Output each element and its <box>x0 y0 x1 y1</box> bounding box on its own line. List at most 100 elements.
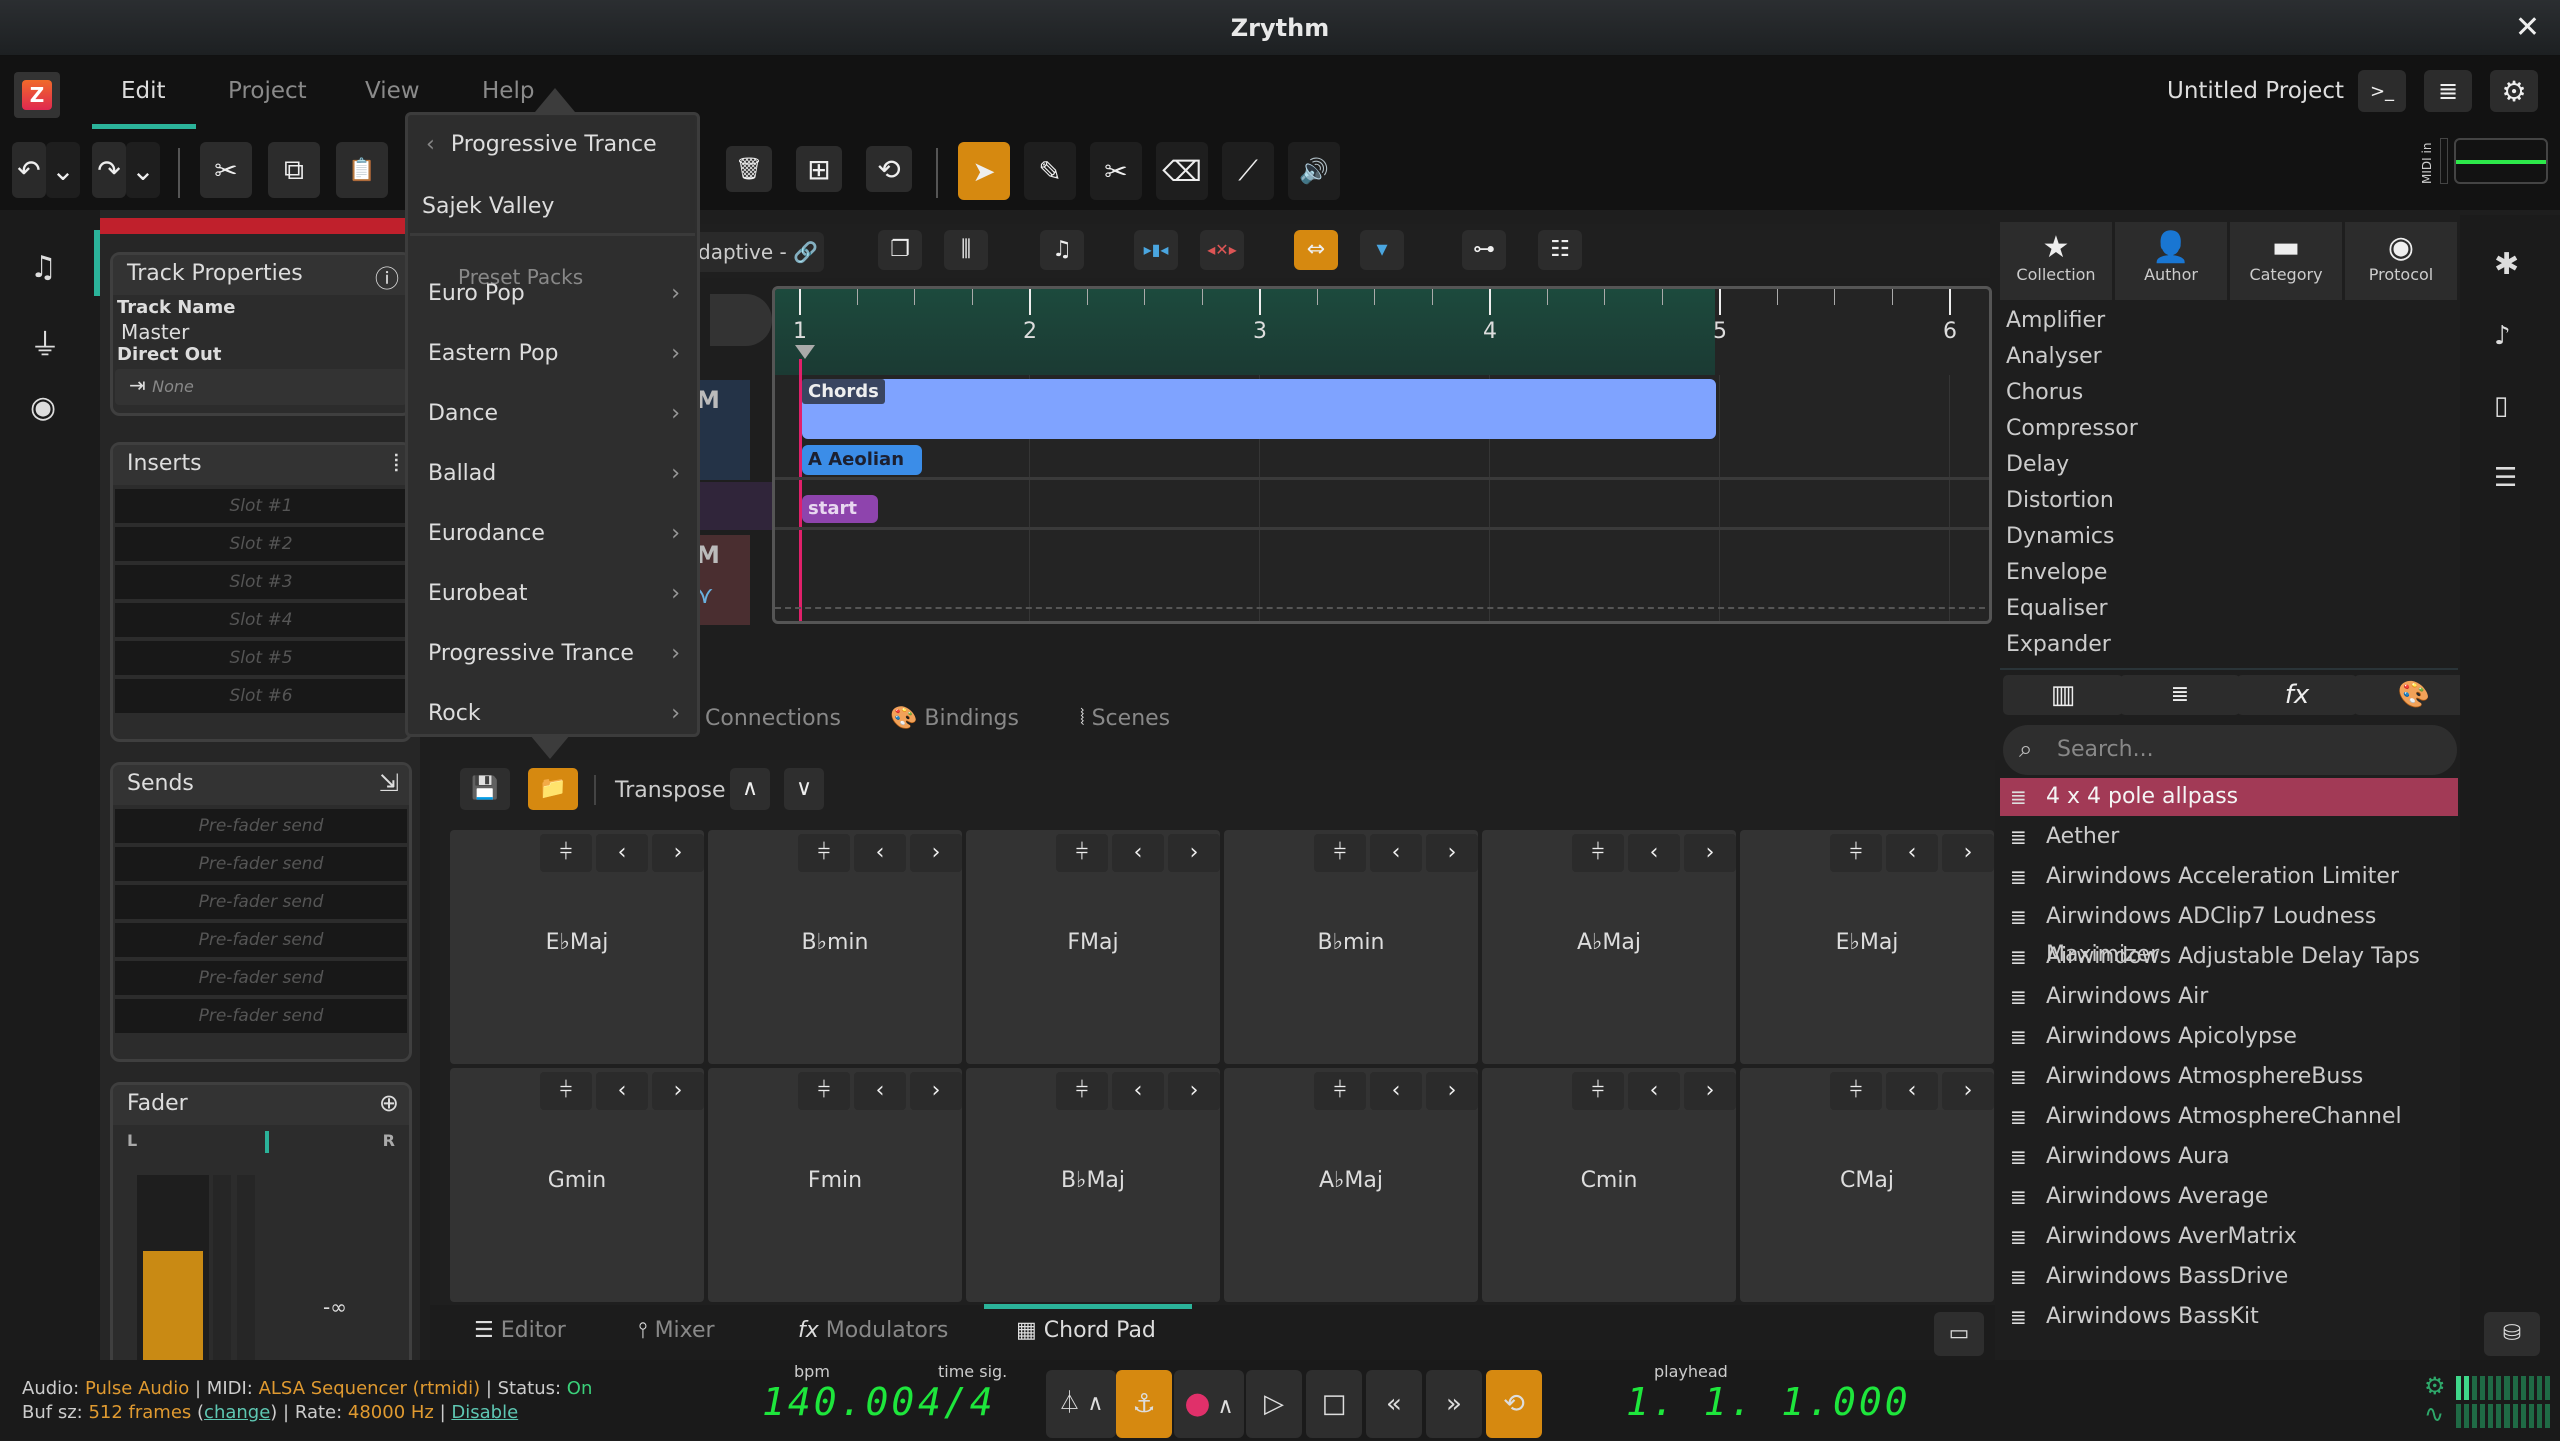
plugin-item[interactable]: ≣ 4 x 4 pole allpass <box>2000 778 2458 816</box>
snap-grid-button[interactable]: ⫼ <box>944 230 988 270</box>
chord-settings-button[interactable]: ⫩ <box>798 834 850 872</box>
pencil-tool-button[interactable]: ✎ <box>1024 142 1076 200</box>
chord-next-button[interactable]: › <box>1684 834 1736 872</box>
transpose-up-button[interactable]: ∧ <box>730 768 770 810</box>
file-browser-button[interactable]: ⛁ <box>2484 1312 2540 1356</box>
info-icon[interactable]: ⓘ <box>375 259 399 294</box>
menu-project[interactable]: Project <box>228 78 307 104</box>
category-item[interactable]: Expander <box>2006 632 2111 657</box>
category-item[interactable]: Chorus <box>2006 380 2083 405</box>
cut-tool-button[interactable]: ✂ <box>1090 142 1142 200</box>
chord-next-button[interactable]: › <box>1426 1072 1478 1110</box>
chord-prev-button[interactable]: ‹ <box>1886 834 1938 872</box>
chord-prev-button[interactable]: ‹ <box>854 834 906 872</box>
redo-history-dropdown[interactable]: ⌄ <box>126 142 160 198</box>
plug-icon[interactable]: ⏚ <box>30 320 60 364</box>
time-signature-display[interactable]: 4/4 <box>918 1380 996 1424</box>
popover-item[interactable]: Rock › <box>428 701 688 726</box>
chord-prev-button[interactable]: ‹ <box>596 1072 648 1110</box>
chord-pad[interactable]: ⫩ ‹ › B♭Maj <box>966 1068 1220 1302</box>
chord-next-button[interactable]: › <box>1942 834 1994 872</box>
chord-next-button[interactable]: › <box>1942 1072 1994 1110</box>
chord-settings-button[interactable]: ⫩ <box>1572 834 1624 872</box>
chord-pad[interactable]: ⫩ ‹ › E♭Maj <box>450 830 704 1064</box>
plugin-item[interactable]: ≣ Airwindows AtmosphereBuss <box>2000 1058 2458 1096</box>
playhead-follow-button[interactable]: ▾ <box>1360 230 1404 270</box>
tab-protocol[interactable]: ◉ Protocol <box>2345 222 2457 300</box>
plugin-item[interactable]: ≣ Airwindows BassKit <box>2000 1298 2458 1336</box>
playhead-marker[interactable] <box>795 345 815 359</box>
tab-editor[interactable]: ☰ Editor <box>474 1318 566 1343</box>
chord-pad[interactable]: ⫩ ‹ › FMaj <box>966 830 1220 1064</box>
chord-next-button[interactable]: › <box>1168 1072 1220 1110</box>
chord-pad[interactable]: ⫩ ‹ › Gmin <box>450 1068 704 1302</box>
audition-tool-button[interactable]: 🔊 <box>1288 142 1340 200</box>
send-slot[interactable]: Pre-fader send <box>115 923 407 957</box>
chords-region[interactable]: Chords <box>802 379 1716 439</box>
copy-button[interactable]: ⧉ <box>268 142 320 198</box>
chord-prev-button[interactable]: ‹ <box>854 1072 906 1110</box>
track-search-pill[interactable] <box>710 294 772 346</box>
plugin-item[interactable]: ≣ Airwindows Apicolypse <box>2000 1018 2458 1056</box>
chord-settings-button[interactable]: ⫩ <box>1314 834 1366 872</box>
balance-control[interactable]: L R <box>113 1125 409 1159</box>
send-slot[interactable]: Pre-fader send <box>115 961 407 995</box>
snap-to-events-button[interactable]: ❐ <box>878 230 922 270</box>
track-name-value[interactable]: Master <box>113 320 409 344</box>
chord-next-button[interactable]: › <box>652 1072 704 1110</box>
preset-item-selected[interactable]: Sajek Valley <box>422 194 682 219</box>
redo-button[interactable]: ↷ <box>92 142 126 198</box>
chord-settings-button[interactable]: ⫩ <box>1572 1072 1624 1110</box>
plugin-item[interactable]: ≣ Airwindows ADClip7 Loudness Maximizer <box>2000 898 2458 967</box>
loop-button[interactable]: ⟲ <box>1486 1370 1542 1438</box>
menu-help[interactable]: Help <box>482 78 534 104</box>
plugin-item[interactable]: ≣ Airwindows Aura <box>2000 1138 2458 1176</box>
tab-mixer[interactable]: ⫯ Mixer <box>638 1318 715 1343</box>
popover-item[interactable]: Eurobeat › <box>428 581 688 606</box>
plugin-item[interactable]: ≣ Airwindows BassDrive <box>2000 1258 2458 1296</box>
scale-object[interactable]: A Aeolian <box>802 445 922 475</box>
insert-slot[interactable]: Slot #6 <box>115 679 407 713</box>
save-preset-button[interactable]: 💾 <box>460 768 510 810</box>
plugin-item[interactable]: ≣ Airwindows AtmosphereChannel <box>2000 1098 2458 1136</box>
rewind-button[interactable]: « <box>1366 1370 1422 1438</box>
fast-forward-button[interactable]: » <box>1426 1370 1482 1438</box>
category-item[interactable]: Compressor <box>2006 416 2138 441</box>
marker-track-header[interactable] <box>690 482 772 530</box>
direct-out-selector[interactable]: ⇥ None <box>115 369 407 405</box>
popover-item[interactable]: Eastern Pop › <box>428 341 688 366</box>
chord-pad[interactable]: ⫩ ‹ › Fmin <box>708 1068 962 1302</box>
terminal-button[interactable]: >_ <box>2358 70 2406 112</box>
popover-item[interactable]: Dance › <box>428 401 688 426</box>
chord-prev-button[interactable]: ‹ <box>1112 834 1164 872</box>
arranger[interactable]: 1 2 3 4 5 6 Chords A Aeolian start <box>772 286 1992 624</box>
insert-slot[interactable]: Slot #2 <box>115 527 407 561</box>
music-note-button[interactable]: ♫ <box>1040 230 1084 270</box>
toggle-panel-button[interactable]: ▭ <box>1934 1312 1984 1356</box>
eye-icon[interactable]: ◉ <box>30 390 56 425</box>
plugin-item[interactable]: ≣ Airwindows Air <box>2000 978 2458 1016</box>
tab-modulators[interactable]: fx Modulators <box>798 1318 948 1343</box>
tab-scenes[interactable]: ⦚ Scenes <box>1080 706 1170 731</box>
change-buffer-link[interactable]: change <box>204 1402 270 1423</box>
cut-button[interactable]: ✂ <box>200 142 252 198</box>
record-button[interactable]: ● ∧ <box>1174 1370 1244 1438</box>
settings-button[interactable]: ⚙ <box>2490 70 2538 112</box>
popover-back-button[interactable]: ‹ Progressive Trance <box>426 132 686 157</box>
chord-settings-button[interactable]: ⫩ <box>1056 834 1108 872</box>
chord-settings-button[interactable]: ⫩ <box>540 834 592 872</box>
speaker-icon[interactable]: ▯ <box>2494 391 2508 421</box>
chord-pad[interactable]: ⫩ ‹ › A♭Maj <box>1224 1068 1478 1302</box>
chord-settings-button[interactable]: ⫩ <box>540 1072 592 1110</box>
track-inspector-icon[interactable]: ♫ <box>30 250 57 285</box>
popover-item[interactable]: Eurodance › <box>428 521 688 546</box>
insert-slot[interactable]: Slot #5 <box>115 641 407 675</box>
chord-settings-button[interactable]: ⫩ <box>1314 1072 1366 1110</box>
chord-next-button[interactable]: › <box>910 834 962 872</box>
table-view-button[interactable]: ☷ <box>1538 230 1582 270</box>
filter-midi-button[interactable]: 🎨 <box>2354 675 2474 715</box>
loop-selection-button[interactable]: ⟲ <box>866 146 912 192</box>
chord-prev-button[interactable]: ‹ <box>1112 1072 1164 1110</box>
chord-prev-button[interactable]: ‹ <box>596 834 648 872</box>
loop-range[interactable] <box>775 289 1715 375</box>
